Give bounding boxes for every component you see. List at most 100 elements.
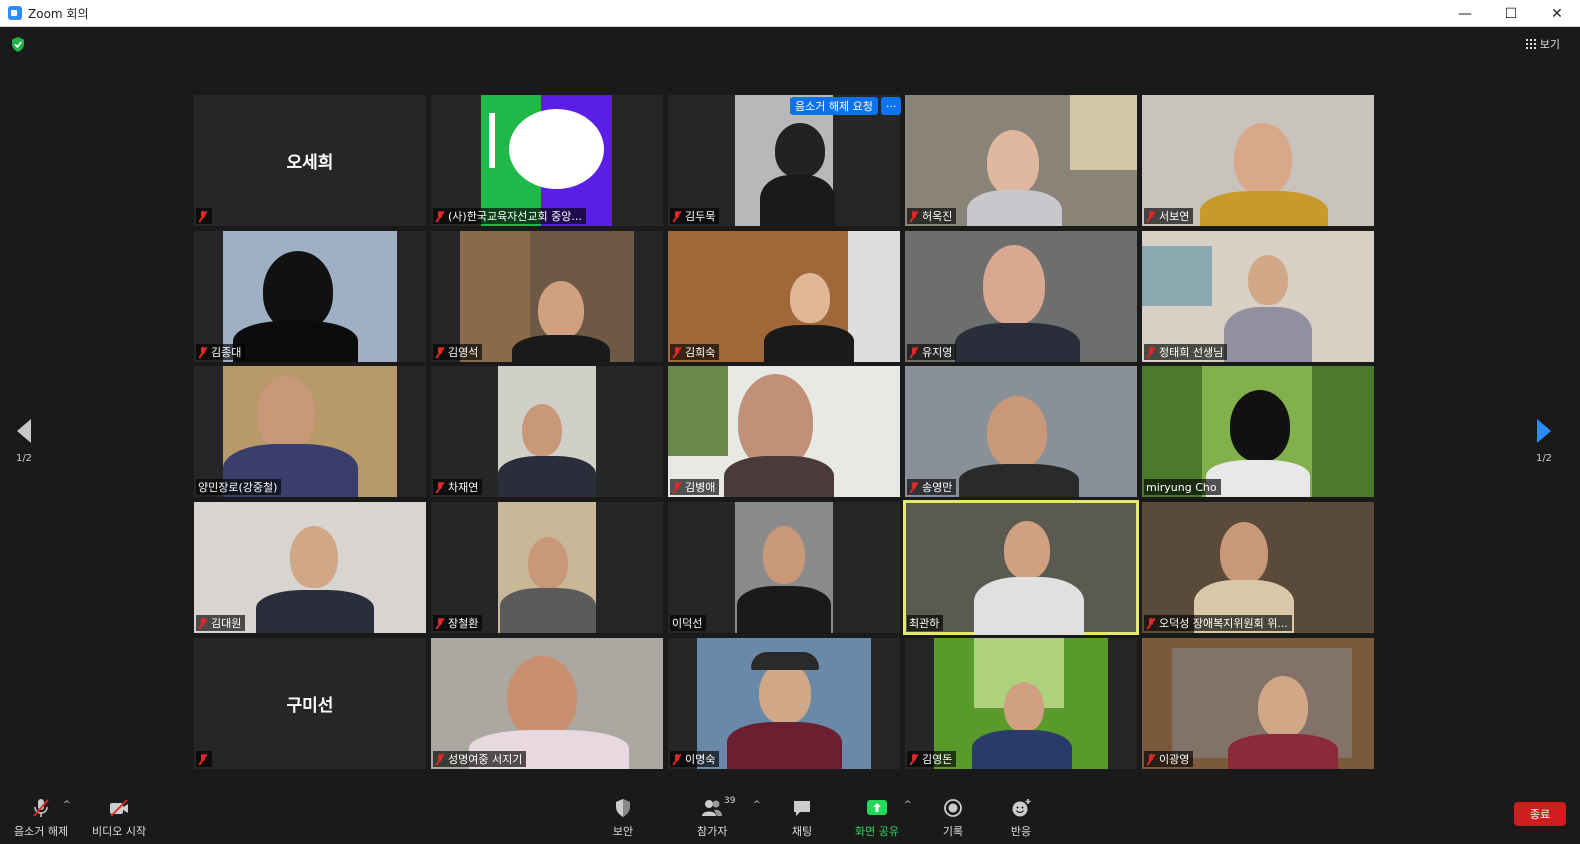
participant-tile[interactable]: 양민장로(강중철) xyxy=(194,366,426,497)
participant-tile[interactable]: 오덕성 장애복지위원회 위... xyxy=(1142,502,1374,633)
unmute-label: 음소거 해제 xyxy=(14,825,69,838)
participant-tile[interactable]: 이명숙 xyxy=(668,638,900,769)
zoom-app-icon xyxy=(8,6,22,20)
view-button[interactable]: 보기 xyxy=(1525,36,1560,52)
close-button[interactable]: ✕ xyxy=(1534,0,1580,27)
participant-label: 성명여중 서지기 xyxy=(433,751,527,767)
participant-tile[interactable]: 김대원 xyxy=(194,502,426,633)
participant-tile[interactable]: 정태희 선생님 xyxy=(1142,231,1374,362)
security-button[interactable]: 보안 xyxy=(612,798,634,839)
participant-name: 김영돈 xyxy=(922,753,953,766)
end-meeting-button[interactable]: 종료 xyxy=(1514,802,1566,826)
mic-muted-icon xyxy=(672,346,682,358)
window-title: Zoom 회의 xyxy=(28,6,89,21)
participant-name: 성명여중 서지기 xyxy=(448,753,523,766)
participant-video xyxy=(498,502,596,633)
record-label: 기록 xyxy=(942,825,964,838)
participant-video xyxy=(1142,502,1374,633)
audio-options-caret-icon[interactable]: ^ xyxy=(63,800,71,810)
participant-tile[interactable]: 오세희 xyxy=(194,95,426,226)
chat-bubble-icon xyxy=(794,801,810,816)
start-video-button[interactable]: 비디오 시작 xyxy=(92,798,146,839)
participant-video xyxy=(668,366,900,497)
participant-tile[interactable]: 이덕선 xyxy=(668,502,900,633)
meeting-area: 보기 1/2 1/2 오세희 (사)한국교육자선교회 중앙... 김두묵 허옥진… xyxy=(0,27,1580,844)
participant-tile[interactable]: 송영만 xyxy=(905,366,1137,497)
unmute-request-controls: 음소거 해제 요청 ··· xyxy=(790,97,902,115)
minimize-button[interactable]: — xyxy=(1442,0,1488,27)
participant-label: 장철환 xyxy=(433,615,483,631)
smiley-reaction-icon xyxy=(1012,799,1031,817)
mic-muted-icon xyxy=(435,617,445,629)
share-options-caret-icon[interactable]: ^ xyxy=(904,800,912,810)
participant-video xyxy=(223,231,397,362)
participants-caret-icon[interactable]: ^ xyxy=(753,800,761,810)
more-options-button[interactable]: ··· xyxy=(880,97,902,115)
participant-tile[interactable]: 허옥진 xyxy=(905,95,1137,226)
security-label: 보안 xyxy=(612,825,634,838)
maximize-button[interactable]: ☐ xyxy=(1488,0,1534,27)
participant-name: 이광영 xyxy=(1159,753,1190,766)
encryption-shield-icon[interactable] xyxy=(11,37,25,52)
participant-video xyxy=(1142,366,1374,497)
participant-name: 서보연 xyxy=(1159,210,1190,223)
participant-tile[interactable]: 차재연 xyxy=(431,366,663,497)
participant-tile[interactable]: 장철환 xyxy=(431,502,663,633)
previous-page-button[interactable]: 1/2 xyxy=(4,419,44,464)
participant-tile[interactable]: (사)한국교육자선교회 중앙... xyxy=(431,95,663,226)
participant-label: 정태희 선생님 xyxy=(1144,344,1228,360)
participant-label: 이덕선 xyxy=(670,615,707,631)
participant-tile[interactable]: 김병애 xyxy=(668,366,900,497)
reactions-button[interactable]: 반응 xyxy=(1010,798,1032,839)
participant-tile[interactable]: 김종대 xyxy=(194,231,426,362)
participant-tile[interactable]: 이광영 xyxy=(1142,638,1374,769)
active-speaker-tile[interactable]: 최관하 xyxy=(903,500,1139,635)
participant-video xyxy=(1142,95,1374,226)
participant-name: 송영만 xyxy=(922,481,953,494)
share-screen-icon xyxy=(866,800,887,815)
title-bar: Zoom 회의 — ☐ ✕ xyxy=(0,0,1580,27)
arrow-left-icon xyxy=(17,419,31,443)
participant-label: 김병애 xyxy=(670,479,720,495)
participant-tile[interactable]: 김영돈 xyxy=(905,638,1137,769)
participant-label: (사)한국교육자선교회 중앙... xyxy=(433,208,586,224)
participant-name: 양민장로(강중철) xyxy=(198,481,278,494)
next-page-button[interactable]: 1/2 xyxy=(1524,419,1564,464)
participant-label: 오덕성 장애복지위원회 위... xyxy=(1144,615,1292,631)
mic-muted-icon xyxy=(198,617,208,629)
record-button[interactable]: 기록 xyxy=(942,798,964,839)
participant-tile[interactable]: miryung Cho xyxy=(1142,366,1374,497)
participant-label xyxy=(196,751,212,767)
participant-tile[interactable]: 서보연 xyxy=(1142,95,1374,226)
participant-label: 김두묵 xyxy=(670,208,720,224)
participant-tile[interactable]: 유지영 xyxy=(905,231,1137,362)
next-page-indicator: 1/2 xyxy=(1535,453,1553,464)
participant-tile[interactable]: 성명여중 서지기 xyxy=(431,638,663,769)
participant-video xyxy=(906,503,1136,635)
mic-muted-icon xyxy=(435,210,445,222)
mic-muted-icon xyxy=(435,481,445,493)
shield-icon xyxy=(616,799,630,817)
view-label: 보기 xyxy=(1539,38,1560,51)
participants-count: 39 xyxy=(724,796,736,806)
mic-muted-icon xyxy=(672,753,682,765)
participant-label: 최관하 xyxy=(907,615,944,631)
share-screen-button[interactable]: 화면 공유 xyxy=(855,798,899,839)
video-camera-off-icon xyxy=(110,799,129,817)
chat-button[interactable]: 채팅 xyxy=(791,798,813,839)
participant-name: 오덕성 장애복지위원회 위... xyxy=(1159,617,1288,630)
mic-muted-icon xyxy=(198,753,208,765)
participant-tile[interactable]: 구미선 xyxy=(194,638,426,769)
participant-tile[interactable]: 김희숙 xyxy=(668,231,900,362)
unmute-button[interactable]: 음소거 해제 xyxy=(14,798,68,839)
request-unmute-button[interactable]: 음소거 해제 요청 xyxy=(790,97,878,115)
participant-name: 유지영 xyxy=(922,346,953,359)
participant-label: 김대원 xyxy=(196,615,246,631)
participant-label: 김희숙 xyxy=(670,344,720,360)
participant-tile[interactable]: 김영석 xyxy=(431,231,663,362)
participant-label: 김영돈 xyxy=(907,751,957,767)
participant-label: 유지영 xyxy=(907,344,957,360)
participant-name: miryung Cho xyxy=(1146,480,1217,494)
participants-button[interactable]: 39 참가자 xyxy=(697,796,735,839)
participant-video xyxy=(934,638,1108,769)
